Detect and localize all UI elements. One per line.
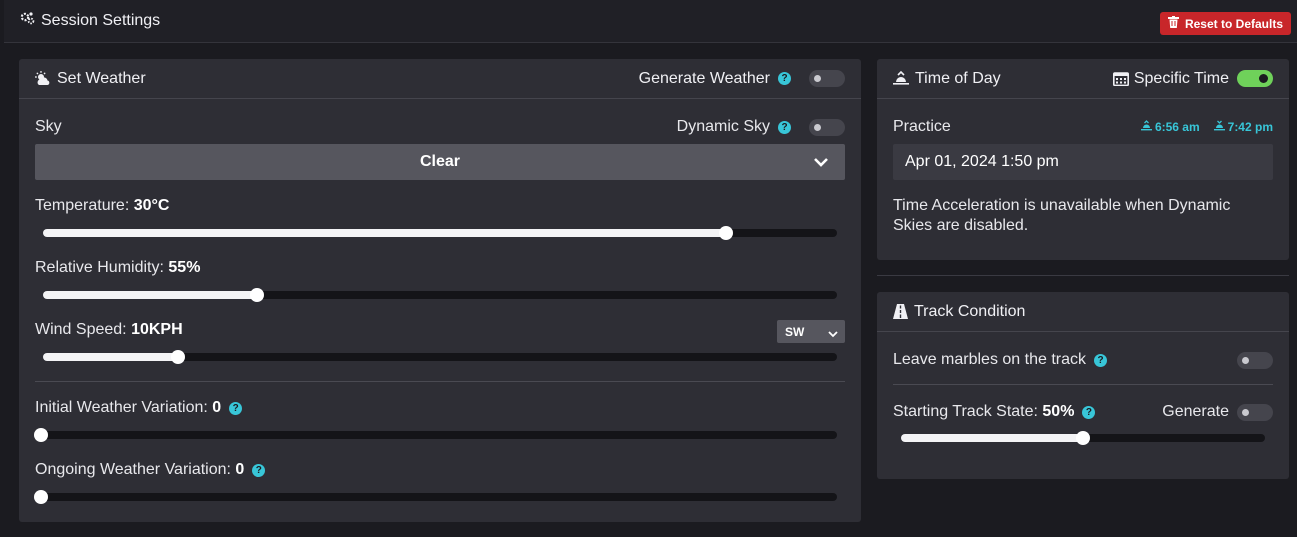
- marbles-row: Leave marbles on the track ?: [893, 349, 1273, 371]
- datetime-input[interactable]: Apr 01, 2024 1:50 pm: [893, 144, 1273, 180]
- right-column-divider: [877, 275, 1289, 276]
- sunset-time: 7:42 pm: [1213, 120, 1273, 134]
- gears-icon: [20, 11, 35, 31]
- generate-track-label: Generate: [1162, 403, 1229, 420]
- humidity-value: 55%: [168, 259, 201, 276]
- time-panel-header: Time of Day Specific Time: [877, 59, 1289, 99]
- track-state-slider-thumb[interactable]: [1076, 431, 1090, 445]
- wind-row: Wind Speed: 10KPH: [35, 319, 183, 341]
- time-panel-title: Time of Day: [915, 69, 1001, 87]
- sunset-value: 7:42 pm: [1227, 120, 1273, 134]
- sky-row: Sky Dynamic Sky ?: [35, 116, 845, 138]
- sunrise-time: 6:56 am: [1140, 120, 1200, 134]
- chevron-down-icon: [828, 327, 838, 341]
- generate-track-toggle[interactable]: [1237, 403, 1273, 421]
- sky-label: Sky: [35, 118, 62, 135]
- weather-panel-header: Set Weather Generate Weather ?: [19, 59, 861, 99]
- ongoing-variation-row: Ongoing Weather Variation: 0 ?: [35, 459, 266, 481]
- sunrise-value: 6:56 am: [1154, 120, 1200, 134]
- reset-to-defaults-button[interactable]: Reset to Defaults: [1159, 12, 1291, 35]
- humidity-slider[interactable]: [43, 288, 837, 302]
- page-title: Session Settings: [20, 11, 160, 31]
- humidity-slider-fill: [43, 291, 258, 299]
- datetime-value: Apr 01, 2024 1:50 pm: [905, 153, 1059, 170]
- time-of-day-panel: Time of Day Specific Time Practice 6:56 …: [877, 59, 1289, 260]
- weather-divider: [35, 381, 845, 382]
- dynamic-sky-toggle[interactable]: [809, 118, 845, 136]
- wind-slider-fill: [43, 353, 178, 361]
- ongoing-variation-slider-thumb[interactable]: [34, 490, 48, 504]
- practice-row: Practice 6:56 am 7:42 pm: [893, 116, 1273, 138]
- generate-weather-toggle[interactable]: [809, 70, 845, 87]
- ongoing-variation-label: Ongoing Weather Variation:: [35, 461, 231, 478]
- wind-slider[interactable]: [43, 350, 837, 364]
- session-label: Practice: [893, 118, 951, 135]
- generate-weather-label: Generate Weather: [638, 69, 770, 87]
- dynamic-sky-help-icon[interactable]: ?: [778, 120, 791, 134]
- track-state-slider-fill: [901, 434, 1083, 442]
- track-state-slider[interactable]: [901, 431, 1265, 445]
- wind-direction-value: SW: [785, 324, 805, 339]
- generate-weather-help-icon[interactable]: ?: [778, 72, 791, 85]
- temperature-slider-thumb[interactable]: [718, 226, 733, 240]
- header-bar: Session Settings Reset to Defaults: [4, 0, 1297, 43]
- initial-variation-slider[interactable]: [34, 428, 837, 442]
- initial-variation-slider-thumb[interactable]: [34, 428, 48, 442]
- humidity-slider-thumb[interactable]: [250, 288, 265, 302]
- initial-variation-row: Initial Weather Variation: 0 ?: [35, 397, 243, 419]
- track-panel-header: Track Condition: [877, 292, 1289, 332]
- initial-variation-help-icon[interactable]: ?: [229, 401, 243, 415]
- track-panel-title: Track Condition: [914, 302, 1026, 320]
- ongoing-variation-help-icon[interactable]: ?: [252, 463, 266, 477]
- sunset-small-icon: [1213, 120, 1225, 134]
- initial-variation-label: Initial Weather Variation:: [35, 399, 208, 416]
- wind-value: 10KPH: [131, 321, 183, 338]
- chevron-down-icon: [813, 155, 829, 173]
- ongoing-variation-value: 0: [235, 461, 245, 478]
- weather-panel: Set Weather Generate Weather ? Sky Dynam…: [19, 59, 861, 522]
- track-state-row: Starting Track State: 50% ? Generate: [893, 401, 1273, 423]
- marbles-toggle[interactable]: [1237, 351, 1273, 369]
- temperature-slider[interactable]: [43, 226, 837, 240]
- wind-label: Wind Speed:: [35, 321, 127, 338]
- track-condition-panel: Track Condition Leave marbles on the tra…: [877, 292, 1289, 479]
- initial-variation-value: 0: [212, 399, 222, 416]
- time-acceleration-note: Time Acceleration is unavailable when Dy…: [893, 197, 1231, 234]
- road-icon: [893, 304, 908, 319]
- humidity-row: Relative Humidity: 55%: [35, 257, 200, 279]
- marbles-label: Leave marbles on the track: [893, 351, 1086, 368]
- calendar-icon: [1112, 71, 1129, 86]
- track-state-label: Starting Track State:: [893, 403, 1038, 420]
- specific-time-label: Specific Time: [1133, 69, 1229, 87]
- specific-time-toggle[interactable]: [1237, 70, 1273, 87]
- temperature-row: Temperature: 30°C: [35, 195, 169, 217]
- humidity-label: Relative Humidity:: [35, 259, 164, 276]
- sky-select[interactable]: Clear: [35, 144, 845, 180]
- track-state-value: 50%: [1042, 403, 1075, 420]
- wind-direction-select[interactable]: SW: [777, 320, 845, 343]
- temperature-slider-fill: [43, 229, 726, 237]
- sky-select-value: Clear: [419, 153, 461, 170]
- track-divider: [893, 384, 1273, 385]
- temperature-label: Temperature:: [35, 197, 130, 214]
- weather-panel-title: Set Weather: [57, 69, 146, 87]
- wind-slider-thumb[interactable]: [170, 350, 185, 364]
- marbles-help-icon[interactable]: ?: [1094, 353, 1107, 367]
- trash-icon: [1167, 16, 1179, 31]
- temperature-value: 30°C: [133, 197, 170, 214]
- ongoing-variation-slider[interactable]: [34, 490, 837, 504]
- reset-label: Reset to Defaults: [1184, 16, 1283, 31]
- sunrise-small-icon: [1140, 120, 1152, 134]
- dynamic-sky-label: Dynamic Sky: [676, 118, 770, 135]
- sun-cloud-icon: [35, 71, 51, 86]
- track-state-help-icon[interactable]: ?: [1082, 405, 1096, 419]
- page-title-text: Session Settings: [41, 12, 161, 29]
- sunrise-icon: [893, 71, 909, 86]
- session-settings-window: Session Settings Reset to Defaults Set W…: [0, 0, 1297, 537]
